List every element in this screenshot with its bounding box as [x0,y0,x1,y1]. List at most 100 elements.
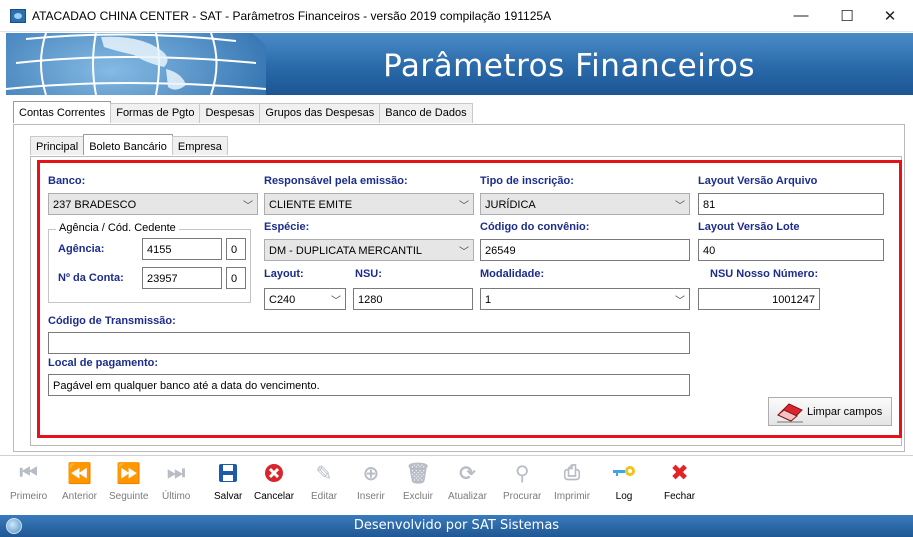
nsu-nosso-numero-label: NSU Nosso Número: [710,268,819,280]
seguinte-label: Seguinte [109,491,149,502]
agencia-digit-input[interactable]: 0 [226,238,246,260]
close-icon: ✖ [670,460,689,485]
conta-input[interactable]: 23957 [142,267,222,289]
atualizar-button[interactable]: ⟳ Atualizar [448,461,487,503]
layout-select[interactable]: C240 ﹀ [264,288,346,310]
limpar-campos-button[interactable]: Limpar campos [768,397,892,426]
chevron-down-icon: ﹀ [243,201,253,212]
maximize-button[interactable]: ☐ [824,0,870,31]
atualizar-label: Atualizar [448,491,487,502]
modalidade-select[interactable]: 1 ﹀ [480,288,690,310]
add-icon: ⊕ [362,462,380,485]
local-pagamento-input[interactable]: Pagável em qualquer banco até a data do … [48,374,690,396]
status-bar: Desenvolvido por SAT Sistemas [0,515,913,537]
especie-label: Espécie: [264,221,310,233]
app-icon [10,9,26,23]
tipo-inscricao-label: Tipo de inscrição: [480,175,574,187]
procurar-label: Procurar [503,491,542,502]
chevron-down-icon: ﹀ [675,296,685,307]
fechar-label: Fechar [664,491,696,502]
edit-icon: ✎ [315,462,333,485]
anterior-label: Anterior [62,491,98,502]
banco-select[interactable]: 237 BRADESCO ﹀ [48,193,258,215]
sub-tabs: Principal Boleto Bancário Empresa [30,134,228,157]
close-window-button[interactable]: ✕ [867,0,913,31]
limpar-campos-label: Limpar campos [807,405,883,418]
trash-icon: 🗑 [405,462,431,485]
responsavel-select[interactable]: CLIENTE EMITE ﹀ [264,193,474,215]
responsavel-label: Responsável pela emissão: [264,175,408,187]
anterior-button[interactable]: ⏪ Anterior [62,461,98,503]
chevron-down-icon: ﹀ [331,296,341,307]
subtab-boleto-bancario[interactable]: Boleto Bancário [83,134,173,155]
excluir-button[interactable]: 🗑 Excluir [403,461,433,503]
window-title: ATACADAO CHINA CENTER - SAT - Parâmetros… [32,9,552,23]
responsavel-value: CLIENTE EMITE [269,199,353,211]
main-tabs: Contas Correntes Formas de Pgto Despesas… [13,101,473,125]
save-icon [216,461,240,485]
next-record-icon: ⏩ [116,462,142,485]
codigo-transmissao-input[interactable] [48,332,690,354]
first-record-icon: ⏮ [19,461,38,484]
tab-contas-correntes[interactable]: Contas Correntes [13,101,112,123]
globe-logo-icon [6,33,266,95]
log-button[interactable]: Log [612,461,636,502]
minimize-button[interactable]: — [778,0,824,31]
log-label: Log [615,491,633,502]
imprimir-label: Imprimir [554,491,591,502]
procurar-button[interactable]: ⚲ Procurar [503,461,542,503]
imprimir-button[interactable]: ⎙ Imprimir [554,461,591,503]
editar-label: Editar [311,491,338,502]
layout-versao-arquivo-input[interactable]: 81 [698,193,884,215]
subtab-empresa[interactable]: Empresa [171,136,228,155]
chevron-down-icon: ﹀ [459,201,469,212]
tipo-inscricao-select[interactable]: JURÍDICA ﹀ [480,193,690,215]
codigo-transmissao-label: Código de Transmissão: [48,315,176,327]
tipo-inscricao-value: JURÍDICA [485,199,536,211]
header-banner: Parâmetros Financeiros [6,33,913,95]
search-icon: ⚲ [514,462,530,485]
cancelar-label: Cancelar [254,491,295,502]
seguinte-button[interactable]: ⏩ Seguinte [109,461,149,503]
local-pagamento-label: Local de pagamento: [48,357,159,369]
layout-label: Layout: [264,268,304,280]
primeiro-button[interactable]: ⏮ Primeiro [10,461,48,503]
key-icon [612,461,636,485]
agencia-input[interactable]: 4155 [142,238,222,260]
layout-versao-lote-input[interactable]: 40 [698,239,884,261]
tab-grupos-das-despesas[interactable]: Grupos das Despesas [259,103,381,123]
layout-versao-lote-label: Layout Versão Lote [698,221,800,233]
conta-label: Nº da Conta: [58,272,124,284]
refresh-icon: ⟳ [459,462,476,485]
eraser-icon [777,402,803,422]
especie-select[interactable]: DM - DUPLICATA MERCANTIL ﹀ [264,239,474,261]
tab-banco-de-dados[interactable]: Banco de Dados [379,103,473,123]
last-record-icon: ⏭ [167,461,186,484]
banner-title: Parâmetros Financeiros [383,48,755,84]
layout-value: C240 [269,294,296,306]
codigo-convenio-input[interactable]: 26549 [480,239,690,261]
fechar-button[interactable]: ✖ Fechar [664,460,696,502]
inserir-button[interactable]: ⊕ Inserir [357,461,385,503]
tab-formas-de-pgto[interactable]: Formas de Pgto [110,103,201,123]
tab-despesas[interactable]: Despesas [199,103,261,123]
nsu-input[interactable]: 1280 [353,288,473,310]
title-bar: ATACADAO CHINA CENTER - SAT - Parâmetros… [0,0,913,32]
chevron-down-icon: ﹀ [459,247,469,258]
modalidade-value: 1 [485,294,492,306]
layout-versao-arquivo-label: Layout Versão Arquivo [698,175,818,187]
agencia-group-title: Agência / Cód. Cedente [56,222,179,234]
salvar-label: Salvar [214,491,243,502]
editar-button[interactable]: ✎ Editar [311,461,338,503]
cancelar-button[interactable]: Cancelar [254,461,294,502]
conta-digit-input[interactable]: 0 [226,267,246,289]
banco-label: Banco: [48,175,86,187]
nsu-nosso-numero-input[interactable]: 1001247 [698,288,820,310]
primeiro-label: Primeiro [10,491,48,502]
salvar-button[interactable]: Salvar [214,461,242,502]
ultimo-button[interactable]: ⏭ Último [162,461,190,503]
subtab-principal[interactable]: Principal [30,136,85,155]
modalidade-label: Modalidade: [480,268,545,280]
banco-value: 237 BRADESCO [53,199,137,211]
agencia-label: Agência: [58,243,105,255]
